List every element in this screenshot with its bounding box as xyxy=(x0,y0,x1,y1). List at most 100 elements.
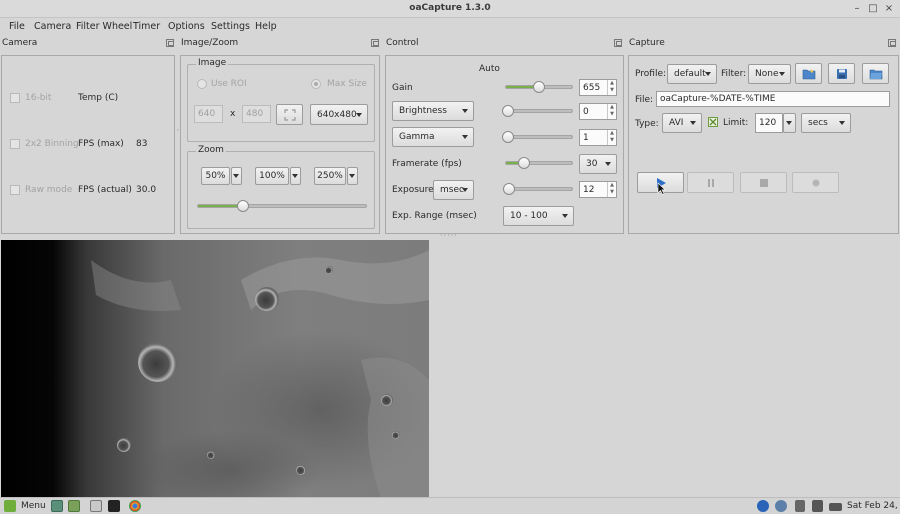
type-select[interactable]: AVI xyxy=(662,113,702,133)
files-icon[interactable] xyxy=(68,500,80,512)
spin-arrows-icon[interactable]: ▲ ▼ xyxy=(607,80,616,95)
binning-checkbox[interactable] xyxy=(10,139,20,149)
limit-menu[interactable] xyxy=(783,113,796,133)
menu-file[interactable]: File xyxy=(9,21,25,32)
use-roi-radio[interactable] xyxy=(197,79,207,89)
max-size-radio[interactable] xyxy=(311,79,321,89)
start-menu-label[interactable]: Menu xyxy=(21,501,46,511)
shield-icon[interactable] xyxy=(775,500,787,512)
camera-dock-float-icon[interactable] xyxy=(166,39,174,47)
gamma-slider-handle[interactable] xyxy=(501,131,514,143)
framerate-slider-handle[interactable] xyxy=(518,157,531,169)
window-title: oaCapture 1.3.0 xyxy=(409,3,491,13)
stop-capture-button[interactable] xyxy=(740,172,787,193)
window-titlebar[interactable]: oaCapture 1.3.0 – □ × xyxy=(0,0,900,18)
zoom-slider-handle[interactable] xyxy=(237,200,250,212)
exposure-slider[interactable] xyxy=(503,183,573,195)
mint-menu-icon[interactable] xyxy=(4,500,16,512)
max-size-label: Max Size xyxy=(327,79,367,89)
radio-dot-icon xyxy=(314,82,318,86)
chevron-down-icon xyxy=(705,72,711,76)
spin-arrows-icon[interactable]: ▲ ▼ xyxy=(607,182,616,197)
terminal-icon[interactable] xyxy=(108,500,120,512)
raw-mode-checkbox[interactable] xyxy=(10,185,20,195)
window-button-icon[interactable] xyxy=(90,500,102,512)
zoom-50-button[interactable]: 50% xyxy=(201,167,230,185)
exposure-spinbox[interactable]: 12 ▲ ▼ xyxy=(579,181,617,198)
limit-checkbox[interactable] xyxy=(708,117,718,127)
save-button[interactable] xyxy=(828,63,855,84)
chevron-down-icon xyxy=(462,109,468,113)
chrome-icon[interactable] xyxy=(129,500,141,512)
pause-capture-button[interactable] xyxy=(687,172,734,193)
brightness-label: Brightness xyxy=(399,106,447,116)
menu-options[interactable]: Options xyxy=(168,21,205,32)
camera-panel: 16-bit Temp (C) 2x2 Binning FPS (max) 83… xyxy=(1,55,175,234)
menu-help[interactable]: Help xyxy=(255,21,277,32)
brightness-select[interactable]: Brightness xyxy=(392,101,474,121)
open-folder-button[interactable] xyxy=(862,63,889,84)
brightness-spinbox[interactable]: 0 ▲ ▼ xyxy=(579,103,617,120)
gain-slider[interactable] xyxy=(505,81,573,93)
volume-icon[interactable] xyxy=(812,500,823,512)
maximize-button[interactable]: □ xyxy=(866,2,880,16)
limit-unit-select[interactable]: secs xyxy=(801,113,851,133)
filter-select[interactable]: None xyxy=(748,64,791,84)
expand-icon xyxy=(283,108,296,121)
chevron-down-icon xyxy=(349,174,355,178)
gain-spinbox[interactable]: 655 ▲ ▼ xyxy=(579,79,617,96)
exp-range-select[interactable]: 10 - 100 xyxy=(503,206,574,226)
zoom-250-menu[interactable] xyxy=(347,167,358,185)
image-zoom-dock-float-icon[interactable] xyxy=(371,39,379,47)
fps-max-value: 83 xyxy=(136,139,148,149)
minimize-button[interactable]: – xyxy=(850,2,864,16)
chevron-down-icon xyxy=(292,174,298,178)
zoom-250-button[interactable]: 250% xyxy=(314,167,346,185)
framerate-select[interactable]: 30 xyxy=(579,154,617,174)
spin-arrows-icon[interactable]: ▲ ▼ xyxy=(607,104,616,119)
zoom-50-menu[interactable] xyxy=(231,167,242,185)
bluetooth-icon[interactable] xyxy=(757,500,769,512)
menu-timer[interactable]: Timer xyxy=(133,21,160,32)
image-group: Image Use ROI Max Size 640 x 480 640x480 xyxy=(187,58,375,142)
autorun-button[interactable] xyxy=(792,172,839,193)
profile-select[interactable]: default xyxy=(667,64,717,84)
zoom-100-menu[interactable] xyxy=(290,167,301,185)
clock[interactable]: Sat Feb 24, 21 xyxy=(847,501,900,511)
framerate-slider[interactable] xyxy=(505,157,573,169)
exposure-value: 12 xyxy=(583,184,595,195)
battery-icon[interactable] xyxy=(829,503,842,511)
brightness-slider[interactable] xyxy=(501,105,573,117)
new-folder-button[interactable] xyxy=(795,63,822,84)
show-desktop-icon[interactable] xyxy=(51,500,63,512)
gain-slider-handle[interactable] xyxy=(533,81,545,93)
dock-splitter-bottom[interactable]: ····· xyxy=(440,231,458,240)
chevron-down-icon xyxy=(690,121,696,125)
zoom-slider[interactable] xyxy=(197,200,367,212)
resolution-select[interactable]: 640x480 xyxy=(310,104,368,125)
network-icon[interactable] xyxy=(795,500,805,512)
spin-arrows-icon[interactable]: ▲ ▼ xyxy=(607,130,616,145)
control-dock-float-icon[interactable] xyxy=(614,39,622,47)
gamma-spinbox[interactable]: 1 ▲ ▼ xyxy=(579,129,617,146)
capture-dock-float-icon[interactable] xyxy=(888,39,896,47)
menu-filter-wheel[interactable]: Filter Wheel xyxy=(76,21,132,32)
file-name-input[interactable]: oaCapture-%DATE-%TIME xyxy=(656,91,890,107)
gamma-slider[interactable] xyxy=(501,131,573,143)
fit-roi-button[interactable] xyxy=(276,104,303,125)
chevron-down-icon xyxy=(605,162,611,166)
roi-height-input[interactable]: 480 xyxy=(242,105,271,123)
exposure-unit-select[interactable]: msec xyxy=(433,180,474,200)
close-button[interactable]: × xyxy=(882,2,896,16)
16bit-checkbox[interactable] xyxy=(10,93,20,103)
limit-input[interactable]: 120 xyxy=(755,113,783,133)
exposure-slider-handle[interactable] xyxy=(503,183,516,195)
gamma-select[interactable]: Gamma xyxy=(392,127,474,147)
auto-label: Auto xyxy=(479,64,500,74)
brightness-slider-handle[interactable] xyxy=(501,105,514,117)
roi-width-input[interactable]: 640 xyxy=(194,105,223,123)
menu-camera[interactable]: Camera xyxy=(34,21,71,32)
zoom-100-button[interactable]: 100% xyxy=(255,167,289,185)
menu-settings[interactable]: Settings xyxy=(211,21,250,32)
gain-label: Gain xyxy=(392,83,413,93)
